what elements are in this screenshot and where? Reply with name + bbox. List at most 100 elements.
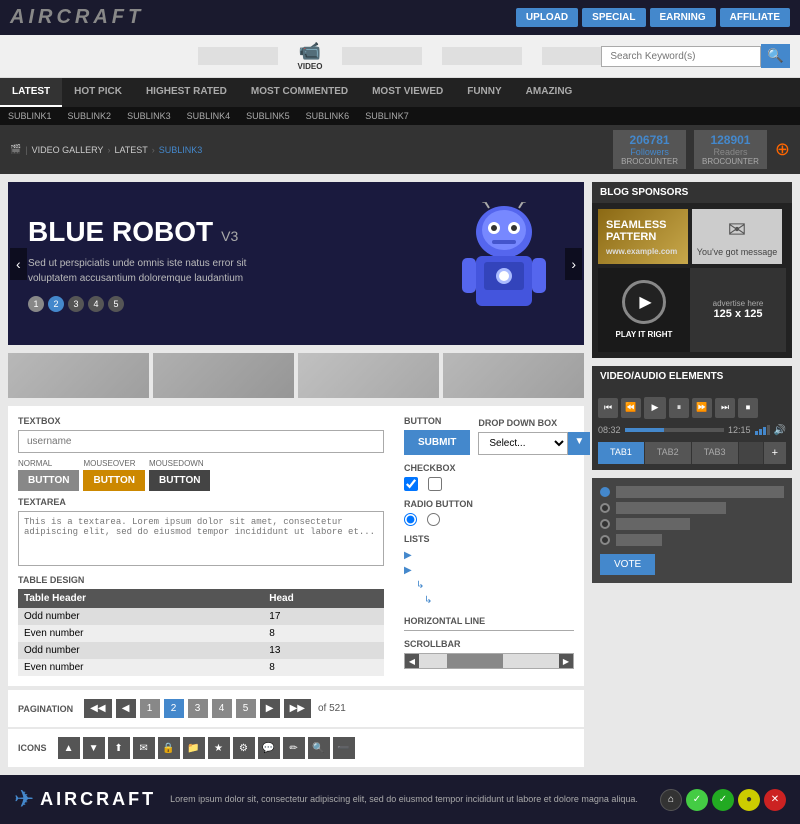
vote-button[interactable]: VOTE <box>600 554 655 575</box>
username-input[interactable] <box>18 430 384 453</box>
audio-controls: ⏮ ⏪ ▶ ⏸ ⏩ ⏭ ⏹ <box>598 393 786 423</box>
tab-1[interactable]: TAB1 <box>598 442 645 464</box>
icon-star[interactable]: ★ <box>208 737 230 759</box>
audio-pause-button[interactable]: ⏸ <box>669 398 689 418</box>
envelope-icon: ✉ <box>728 217 746 243</box>
checkbox-label: CHECKBOX <box>404 463 574 473</box>
sponsor-box-2[interactable]: ✉ You've got message <box>692 209 782 264</box>
subnav-3[interactable]: SUBLINK3 <box>127 111 171 121</box>
radio-2[interactable] <box>427 513 440 526</box>
icon-edit[interactable]: ✏ <box>283 737 305 759</box>
radio-1[interactable] <box>404 513 417 526</box>
page-prev-button[interactable]: ◀ <box>116 699 136 718</box>
audio-prev-button[interactable]: ⏪ <box>621 398 641 418</box>
advertise-box[interactable]: advertise here 125 x 125 <box>690 268 786 352</box>
audio-stop-button[interactable]: ⏹ <box>738 398 758 418</box>
icon-export[interactable]: ⬆ <box>108 737 130 759</box>
page-next-button[interactable]: ▶ <box>260 699 280 718</box>
followers-sublabel: BROCOUNTER <box>621 157 678 166</box>
page-first-button[interactable]: ◀◀ <box>84 699 111 718</box>
vote-bar-40 <box>616 518 690 530</box>
hero-text: BLUE ROBOT V3 Sed ut perspiciatis unde o… <box>28 216 444 312</box>
subnav-4[interactable]: SUBLINK4 <box>187 111 231 121</box>
dot-2[interactable]: 2 <box>48 296 64 312</box>
upload-button[interactable]: UPLOAD <box>516 8 578 27</box>
page-2-button[interactable]: 2 <box>164 699 184 718</box>
dropdown-select[interactable]: Select... <box>478 432 568 455</box>
page-4-button[interactable]: 4 <box>212 699 232 718</box>
subnav-2[interactable]: SUBLINK2 <box>68 111 112 121</box>
nav-item-funny[interactable]: FUNNY <box>455 78 513 107</box>
page-1-button[interactable]: 1 <box>140 699 160 718</box>
search-button[interactable]: 🔍 <box>761 44 790 68</box>
affiliate-button[interactable]: AFFILIATE <box>720 8 790 27</box>
subnav-5[interactable]: SUBLINK5 <box>246 111 290 121</box>
vote-radio-4[interactable] <box>600 535 610 545</box>
page-3-button[interactable]: 3 <box>188 699 208 718</box>
mousedown-button[interactable]: BUTTON <box>149 470 210 491</box>
tab-2[interactable]: TAB2 <box>645 442 692 464</box>
dot-5[interactable]: 5 <box>108 296 124 312</box>
textarea-input[interactable]: This is a textarea. Lorem ipsum dolor si… <box>18 511 384 566</box>
icon-folder[interactable]: 📁 <box>183 737 205 759</box>
audio-play-button[interactable]: ▶ <box>644 397 666 419</box>
special-button[interactable]: SPECIAL <box>582 8 645 27</box>
subnav-6[interactable]: SUBLINK6 <box>306 111 350 121</box>
normal-button[interactable]: BUTTON <box>18 470 79 491</box>
progress-bar[interactable] <box>625 428 724 432</box>
dot-1[interactable]: 1 <box>28 296 44 312</box>
slider-next-button[interactable]: › <box>565 248 582 280</box>
vote-radio-2[interactable] <box>600 503 610 513</box>
followers-count: 206781 <box>621 133 678 147</box>
dot-4[interactable]: 4 <box>88 296 104 312</box>
tab-3[interactable]: TAB3 <box>692 442 739 464</box>
play-button-big[interactable]: ▶ <box>622 280 666 324</box>
nav-item-viewed[interactable]: MOST VIEWED <box>360 78 455 107</box>
earning-button[interactable]: EARNING <box>650 8 716 27</box>
page-5-button[interactable]: 5 <box>236 699 256 718</box>
slider-prev-button[interactable]: ‹ <box>10 248 27 280</box>
search-input[interactable] <box>601 46 761 67</box>
lists-container: LISTS ▶ ▶ ↳ ↳ <box>404 534 574 608</box>
nav-item-commented[interactable]: MOST COMMENTED <box>239 78 360 107</box>
subnav-1[interactable]: SUBLINK1 <box>8 111 52 121</box>
scrollbar-thumb[interactable] <box>447 654 503 668</box>
icon-minus[interactable]: ➖ <box>333 737 355 759</box>
subnav-7[interactable]: SUBLINK7 <box>365 111 409 121</box>
nav-item-hotpick[interactable]: HOT PICK <box>62 78 134 107</box>
icon-rss[interactable]: ⚙ <box>233 737 255 759</box>
blog-sponsors-section: BLOG SPONSORS SEAMLESS PATTERN www.examp… <box>592 182 792 358</box>
breadcrumb-gallery[interactable]: VIDEO GALLERY <box>32 145 104 155</box>
tab-add-button[interactable]: + <box>763 442 786 464</box>
nav-item-highest[interactable]: HIGHEST RATED <box>134 78 239 107</box>
icon-search[interactable]: 🔍 <box>308 737 330 759</box>
rss-icon[interactable]: ⊕ <box>775 139 790 160</box>
audio-rewind-start[interactable]: ⏮ <box>598 398 618 418</box>
checkbox-1[interactable] <box>404 477 418 491</box>
checkbox-2[interactable] <box>428 477 442 491</box>
button-dropdown-row: BUTTON SUBMIT DROP DOWN BOX Select... ▼ <box>404 416 574 455</box>
nav-item-amazing[interactable]: AMAZING <box>514 78 585 107</box>
dropdown-arrow[interactable]: ▼ <box>568 432 590 455</box>
audio-next-button[interactable]: ⏩ <box>692 398 712 418</box>
audio-fwd-end[interactable]: ⏭ <box>715 398 735 418</box>
mouseover-button[interactable]: BUTTON <box>83 470 144 491</box>
icon-lock[interactable]: 🔒 <box>158 737 180 759</box>
icon-up[interactable]: ▲ <box>58 737 80 759</box>
page-last-button[interactable]: ▶▶ <box>284 699 311 718</box>
icon-down[interactable]: ▼ <box>83 737 105 759</box>
breadcrumb-current[interactable]: SUBLINK3 <box>159 145 203 155</box>
nav-item-latest[interactable]: LATEST <box>0 78 62 107</box>
sponsor-box-1[interactable]: SEAMLESS PATTERN www.example.com <box>598 209 688 264</box>
icon-mail[interactable]: ✉ <box>133 737 155 759</box>
breadcrumb-latest[interactable]: LATEST <box>114 145 147 155</box>
video-icon: 📹 VIDEO <box>298 41 323 71</box>
submit-button[interactable]: SUBMIT <box>404 430 470 455</box>
dropdown-label: DROP DOWN BOX <box>478 418 590 428</box>
icon-comment[interactable]: 💬 <box>258 737 280 759</box>
scroll-left-button[interactable]: ◀ <box>405 654 419 668</box>
scroll-right-button[interactable]: ▶ <box>559 654 573 668</box>
vote-radio-selected[interactable] <box>600 487 610 497</box>
vote-radio-3[interactable] <box>600 519 610 529</box>
dot-3[interactable]: 3 <box>68 296 84 312</box>
